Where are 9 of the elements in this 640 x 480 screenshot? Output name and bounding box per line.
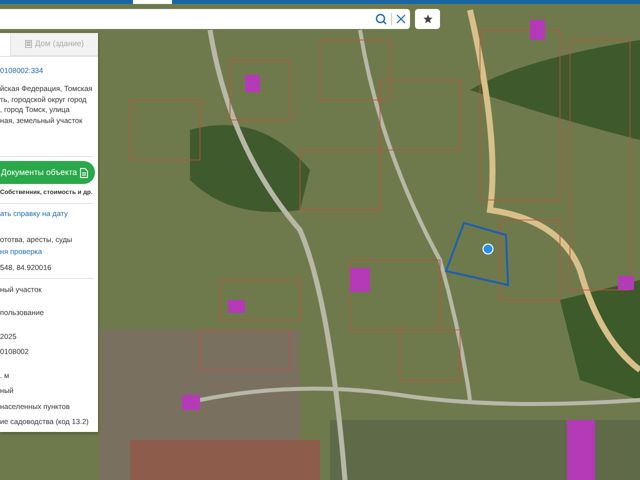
search-field[interactable] (0, 9, 410, 29)
documents-button[interactable]: Документы объекта (0, 161, 96, 184)
document-icon (80, 168, 88, 178)
star-icon (422, 14, 432, 24)
favorite-button[interactable] (415, 9, 440, 29)
land-plot-boundary (444, 221, 510, 287)
building-icon (25, 40, 32, 48)
search-icon[interactable] (375, 13, 387, 25)
close-icon[interactable] (396, 14, 406, 24)
